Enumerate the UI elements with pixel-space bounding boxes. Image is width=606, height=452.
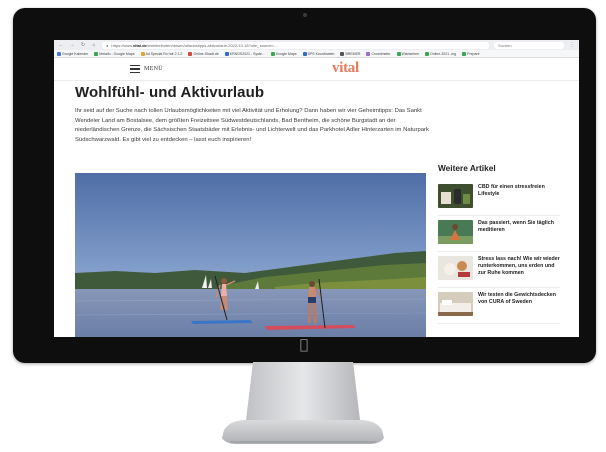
- monitor-stand: [220, 362, 386, 446]
- bookmark-item[interactable]: Google Kalender: [57, 51, 89, 56]
- back-arrow-icon[interactable]: ←: [58, 42, 64, 48]
- bookmark-item[interactable]: Online-2021 .org: [425, 51, 457, 56]
- bookmark-favicon-icon: [94, 51, 99, 56]
- bookmark-label: Google Kalender: [62, 51, 89, 56]
- article-thumbnail[interactable]: [438, 184, 473, 208]
- bookmark-favicon-icon: [462, 51, 467, 56]
- bookmark-label: Metallo - Google Maps: [99, 51, 135, 56]
- lock-icon: ●: [106, 42, 109, 48]
- article-thumbnail[interactable]: [438, 220, 473, 244]
- article-thumbnail[interactable]: [438, 292, 473, 316]
- bookmark-label: Crowdmeter: [371, 51, 391, 56]
- bookmark-favicon-icon: [270, 51, 275, 56]
- bookmark-label: Online-2021 .org: [430, 51, 457, 56]
- bookmark-label: KRNOS2021 - Syste...: [229, 51, 265, 56]
- browser-window: ← → ↻ ⌂ ● https://www.vital.de/wohlbefin…: [54, 40, 579, 337]
- url-text: https://www.vital.de/wohlbefinden/reisen…: [111, 42, 278, 48]
- bookmark-label: Google Maps: [275, 51, 297, 56]
- menu-dots-icon[interactable]: ⋮: [569, 42, 575, 48]
- hero-image: [75, 173, 426, 337]
- browser-toolbar: ← → ↻ ⌂ ● https://www.vital.de/wohlbefin…: [54, 40, 579, 50]
- menu-button[interactable]: MENÜ: [130, 65, 163, 73]
- bookmark-favicon-icon: [396, 51, 401, 56]
- page-title: Wohlfühl- und Aktivurlaub: [75, 84, 265, 101]
- bookmark-favicon-icon: [57, 51, 61, 56]
- bookmark-favicon-icon: [188, 51, 193, 56]
- bookmark-favicon-icon: [366, 51, 371, 56]
- bookmark-item[interactable]: Ad Special Ro hdr 2.1.2: [140, 51, 183, 56]
- bookmark-item[interactable]: BREMER: [340, 51, 361, 56]
- bookmark-label: Online-Shadt.de: [193, 51, 219, 56]
- sidebar-title: Weitere Artikel: [438, 163, 496, 173]
- bookmark-favicon-icon: [340, 51, 345, 56]
- apple-logo-icon: : [295, 336, 313, 354]
- bookmark-label: Ad Special Ro hdr 2.1.2: [145, 51, 183, 56]
- hamburger-icon: [130, 65, 140, 73]
- bookmark-label: Wiedsehen: [401, 51, 420, 56]
- site-logo[interactable]: vital: [332, 60, 359, 77]
- home-icon[interactable]: ⌂: [91, 42, 97, 48]
- bookmark-item[interactable]: Online-Shadt.de: [188, 51, 219, 56]
- bookmark-item[interactable]: Google Maps: [270, 51, 297, 56]
- bookmark-item[interactable]: Wiedsehen: [396, 51, 420, 56]
- related-article-item[interactable]: Stress lass nach! Wie wir wieder runterk…: [438, 252, 560, 288]
- related-articles-list: CBD für einen stressfreien Lifestyle Das…: [438, 180, 560, 324]
- article-thumbnail[interactable]: [438, 256, 473, 280]
- reload-icon[interactable]: ↻: [80, 42, 86, 48]
- bookmark-favicon-icon: [302, 51, 307, 56]
- related-article-item[interactable]: CBD für einen stressfreien Lifestyle: [438, 180, 560, 216]
- bookmark-label: BREMER: [345, 51, 361, 56]
- site-header: MENÜ vital: [54, 58, 579, 81]
- related-article-title[interactable]: Stress lass nach! Wie wir wieder runterk…: [478, 256, 560, 287]
- bookmarks-bar: Google Kalender Metallo - Google Maps Ad S…: [54, 50, 579, 58]
- camera-dot: [303, 13, 307, 17]
- monitor-bezel: ← → ↻ ⌂ ● https://www.vital.de/wohlbefin…: [13, 8, 596, 363]
- browser-search-input[interactable]: Suchen: [494, 41, 564, 49]
- bookmark-label: SPS Koordinaten: [307, 51, 335, 56]
- bookmark-favicon-icon: [425, 51, 430, 56]
- bookmark-item[interactable]: KRNOS2021 - Syste...: [224, 51, 265, 56]
- related-article-title[interactable]: Wir testen die Gewichtsdecken von CURA o…: [478, 292, 560, 323]
- bookmark-label: Prepare: [467, 51, 480, 56]
- address-bar[interactable]: ● https://www.vital.de/wohlbefinden/reis…: [102, 41, 489, 49]
- related-article-item[interactable]: Wir testen die Gewichtsdecken von CURA o…: [438, 288, 560, 324]
- article-intro: Ihr seid auf der Suche nach tollen Urlau…: [75, 108, 429, 143]
- related-article-title[interactable]: CBD für einen stressfreien Lifestyle: [478, 184, 560, 215]
- bookmark-item[interactable]: Crowdmeter: [366, 51, 391, 56]
- related-article-item[interactable]: Das passiert, wenn Sie täglich meditiere…: [438, 216, 560, 252]
- bookmark-item[interactable]: Prepare: [462, 51, 480, 56]
- bookmark-favicon-icon: [140, 51, 145, 56]
- related-article-title[interactable]: Das passiert, wenn Sie täglich meditiere…: [478, 220, 560, 251]
- bookmark-item[interactable]: Metallo - Google Maps: [94, 51, 135, 56]
- bookmark-item[interactable]: SPS Koordinaten: [302, 51, 335, 56]
- bookmark-favicon-icon: [224, 51, 229, 56]
- menu-label: MENÜ: [144, 66, 163, 72]
- forward-arrow-icon[interactable]: →: [69, 42, 75, 48]
